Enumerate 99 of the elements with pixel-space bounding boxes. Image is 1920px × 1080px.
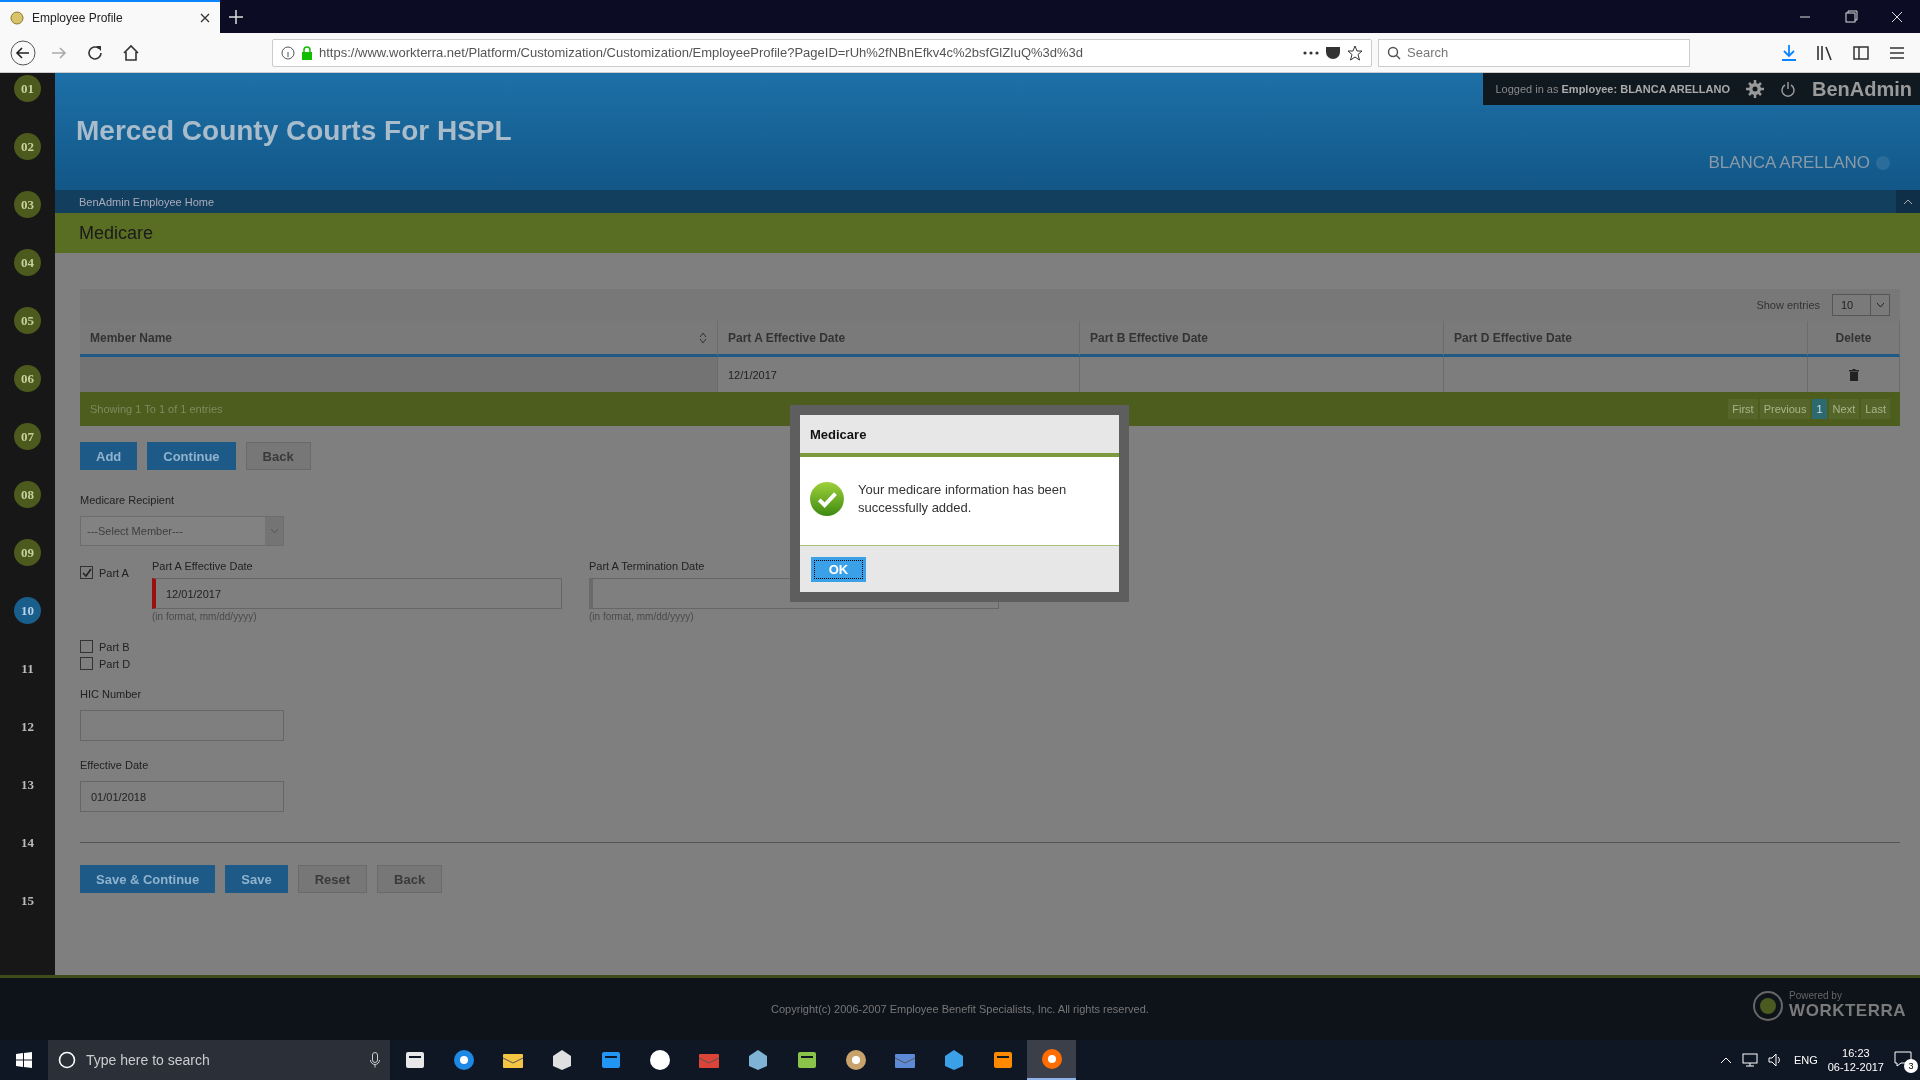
notification-count: 3 <box>1904 1059 1918 1073</box>
pager-button[interactable]: Next <box>1828 399 1860 419</box>
search-icon <box>1387 45 1401 60</box>
step-marker[interactable]: 08 <box>14 481 41 508</box>
ok-button[interactable]: OK <box>811 556 866 582</box>
step-marker[interactable]: 11 <box>14 655 41 682</box>
checkbox[interactable] <box>80 640 93 653</box>
member-select[interactable]: ---Select Member--- <box>80 516 284 546</box>
pager-button[interactable]: First <box>1728 399 1758 419</box>
column-header: Part B Effective Date <box>1080 321 1444 357</box>
close-icon[interactable] <box>200 12 210 23</box>
field-label: Part A Effective Date <box>152 560 253 572</box>
logo-icon <box>1753 990 1784 1021</box>
lock-icon <box>301 45 313 60</box>
action-button[interactable]: Continue <box>147 442 236 470</box>
clock[interactable]: 16:23 06-12-2017 <box>1827 1047 1884 1073</box>
checkbox-label: Part B <box>99 640 130 653</box>
trash-icon[interactable] <box>1848 368 1859 381</box>
table-summary: Showing 1 To 1 of 1 entries <box>90 403 223 415</box>
back-icon[interactable] <box>10 39 36 66</box>
menu-icon[interactable] <box>1889 45 1905 60</box>
power-icon[interactable] <box>1780 81 1796 97</box>
check-icon <box>81 567 92 578</box>
user-name: BLANCA ARELLANO <box>1708 153 1870 173</box>
step-marker[interactable]: 13 <box>14 771 41 798</box>
step-marker[interactable]: 04 <box>14 249 41 276</box>
caret-icon <box>1903 198 1913 205</box>
step-marker[interactable]: 14 <box>14 829 41 856</box>
site-title: Merced County Courts For HSPL <box>76 115 513 147</box>
action-button[interactable]: Reset <box>297 865 368 893</box>
chevron-icon[interactable] <box>1719 1056 1732 1064</box>
checkbox[interactable] <box>80 657 93 670</box>
date-field[interactable]: 12/01/2017 <box>152 578 562 609</box>
step-marker[interactable]: 09 <box>14 539 41 566</box>
login-status: Logged in as Employee: BLANCA ARELLANO <box>1495 83 1730 95</box>
field-label: HIC Number <box>80 688 143 700</box>
powered-by: Powered by <box>1789 990 1843 1001</box>
pocket-icon[interactable] <box>1325 44 1341 61</box>
search-field[interactable]: Search <box>1378 38 1690 67</box>
column-header: Part A Effective Date <box>718 321 1080 357</box>
pager-button[interactable]: Last <box>1861 399 1890 419</box>
network-icon[interactable] <box>1741 1053 1758 1067</box>
sort-icon <box>699 331 707 344</box>
step-marker[interactable]: 02 <box>14 133 41 160</box>
caret-icon <box>1875 302 1885 308</box>
checkbox[interactable] <box>80 566 93 579</box>
step-marker[interactable]: 03 <box>14 191 41 218</box>
action-button[interactable]: Add <box>80 442 138 470</box>
address-bar[interactable]: https://www.workterra.net/Platform/Customization/Customization/EmployeeProfile?PageID=rUh%2fNBnEfkv4c%2bsfGlZIuQ%3d%3d <box>272 38 1372 67</box>
sidebar-icon[interactable] <box>1853 45 1869 60</box>
pager-button[interactable]: Previous <box>1759 399 1811 419</box>
breadcrumb[interactable]: BenAdmin Employee Home <box>79 195 215 208</box>
star-icon[interactable] <box>1347 44 1363 61</box>
notification-icon[interactable] <box>1894 1051 1912 1067</box>
column-header: Delete <box>1808 321 1900 357</box>
reload-icon[interactable] <box>86 43 104 62</box>
step-marker[interactable]: 05 <box>14 307 41 334</box>
step-marker[interactable]: 15 <box>14 887 41 914</box>
browser-tab[interactable]: Employee Profile <box>0 0 220 33</box>
windows-icon[interactable] <box>16 1052 32 1068</box>
action-button[interactable]: Back <box>245 442 311 470</box>
checkbox-label: Part A <box>99 566 129 579</box>
home-icon[interactable] <box>122 43 140 62</box>
step-marker[interactable]: 01 <box>14 75 41 102</box>
step-marker[interactable]: 12 <box>14 713 41 740</box>
library-icon[interactable] <box>1816 44 1834 61</box>
show-entries-label: Show entries <box>1756 299 1820 311</box>
search-icon <box>58 1051 76 1069</box>
plus-icon[interactable] <box>229 9 243 24</box>
section-title: Medicare <box>79 222 154 244</box>
dialog-title: Medicare <box>810 426 867 442</box>
taskbar-search[interactable]: Type here to search <box>48 1040 390 1080</box>
field-label: Effective Date <box>80 759 150 771</box>
dialog-message: Your medicare information has been successfully added. <box>857 481 1068 517</box>
checkbox-label: Part D <box>99 657 131 670</box>
step-marker[interactable]: 06 <box>14 365 41 392</box>
copyright: Copyright(c) 2006-2007 Employee Benefit Specialists, Inc. All rights reserved. <box>771 1003 1149 1015</box>
language-indicator[interactable]: ENG <box>1793 1054 1818 1066</box>
column-header: Part D Effective Date <box>1444 321 1808 357</box>
pager-button[interactable]: 1 <box>1812 399 1827 419</box>
field-label: Part A Termination Date <box>589 560 705 572</box>
column-header[interactable]: Member Name <box>80 321 718 357</box>
download-icon[interactable] <box>1781 43 1797 62</box>
app-name: BenAdmin <box>1812 77 1912 101</box>
field-label: Medicare Recipient <box>80 494 176 506</box>
input-field[interactable] <box>80 710 284 741</box>
tab-title: Employee Profile <box>32 10 124 25</box>
microphone-icon <box>370 1052 380 1068</box>
brand-name: WORKTERRA <box>1789 1001 1906 1021</box>
step-marker[interactable]: 07 <box>14 423 41 450</box>
action-button[interactable]: Save <box>225 865 288 893</box>
date-field[interactable]: 01/01/2018 <box>80 781 284 812</box>
action-button[interactable]: Back <box>377 865 443 893</box>
more-icon[interactable] <box>1303 49 1319 56</box>
page-size-select[interactable]: 10 <box>1832 294 1890 316</box>
action-button[interactable]: Save & Continue <box>80 865 216 893</box>
settings-icon[interactable] <box>1746 80 1764 98</box>
step-marker[interactable]: 10 <box>14 597 41 624</box>
caret-icon <box>269 528 279 534</box>
